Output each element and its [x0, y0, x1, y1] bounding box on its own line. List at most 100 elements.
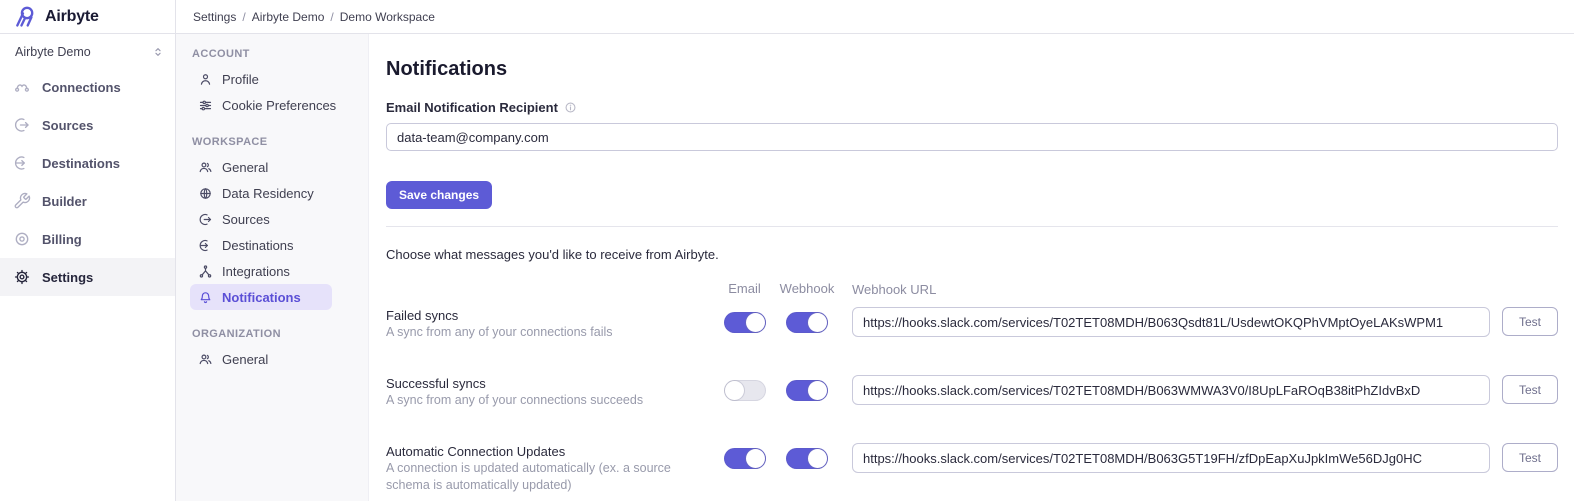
info-icon: [564, 101, 577, 114]
sidebar-item-label: Builder: [42, 194, 87, 209]
sidebar-item-label: Billing: [42, 232, 82, 247]
webhook-toggle[interactable]: [786, 448, 828, 469]
settings-nav-section-account: ACCOUNT Profile Cookie Preferences: [190, 48, 332, 118]
email-toggle[interactable]: [724, 448, 766, 469]
page-title: Notifications: [386, 58, 1558, 81]
row-subtitle: A sync from any of your connections fail…: [386, 324, 706, 341]
notifications-description: Choose what messages you'd like to recei…: [386, 247, 1558, 262]
row-title: Failed syncs: [386, 307, 706, 324]
airbyte-logo-icon: [13, 4, 38, 29]
webhook-toggle[interactable]: [786, 312, 828, 333]
notifications-table-header: Email Webhook Webhook URL: [386, 281, 1558, 299]
users-icon: [198, 352, 213, 367]
section-title: ACCOUNT: [192, 48, 332, 60]
brand-logo[interactable]: Airbyte: [0, 0, 175, 34]
integrations-icon: [198, 264, 213, 279]
email-recipient-label: Email Notification Recipient: [386, 100, 558, 115]
webhook-toggle[interactable]: [786, 380, 828, 401]
toggle-knob: [808, 313, 827, 332]
test-webhook-button[interactable]: Test: [1502, 375, 1558, 404]
header-email: Email: [728, 281, 761, 296]
settings-nav-item-data-residency[interactable]: Data Residency: [190, 180, 332, 206]
settings-nav-item-label: Destinations: [222, 238, 294, 253]
breadcrumb-separator: /: [242, 10, 245, 24]
row-subtitle: A sync from any of your connections succ…: [386, 392, 706, 409]
breadcrumb-item-organization[interactable]: Airbyte Demo: [252, 10, 325, 24]
sidebar-item-label: Sources: [42, 118, 93, 133]
settings-nav-item-notifications[interactable]: Notifications: [190, 284, 332, 310]
section-title: ORGANIZATION: [192, 328, 332, 340]
breadcrumb-item-workspace[interactable]: Demo Workspace: [340, 10, 435, 24]
chevron-up-down-icon: [151, 45, 165, 59]
settings-nav-item-label: Sources: [222, 212, 270, 227]
destinations-icon: [13, 154, 31, 172]
profile-icon: [198, 72, 213, 87]
sidebar-item-billing[interactable]: Billing: [0, 220, 175, 258]
email-toggle[interactable]: [724, 380, 766, 401]
settings-nav-item-label: General: [222, 160, 268, 175]
email-toggle[interactable]: [724, 312, 766, 333]
settings-nav-section-workspace: WORKSPACE General Data Residency: [190, 136, 332, 310]
page: Airbyte Airbyte Demo Connections Sources: [0, 0, 1574, 501]
sidebar-item-label: Connections: [42, 80, 121, 95]
test-webhook-button[interactable]: Test: [1502, 307, 1558, 336]
settings-nav-item-org-general[interactable]: General: [190, 346, 332, 372]
webhook-url-input[interactable]: [852, 375, 1490, 405]
settings-nav-item-integrations[interactable]: Integrations: [190, 258, 332, 284]
header-webhook-url: Webhook URL: [852, 282, 936, 297]
settings-nav-section-organization: ORGANIZATION General: [190, 328, 332, 372]
breadcrumb: Settings / Airbyte Demo / Demo Workspace: [176, 0, 1574, 34]
toggle-knob: [808, 381, 827, 400]
sources-icon: [13, 116, 31, 134]
settings-nav-item-destinations[interactable]: Destinations: [190, 232, 332, 258]
webhook-url-input[interactable]: [852, 443, 1490, 473]
app-sidebar: Airbyte Airbyte Demo Connections Sources: [0, 0, 176, 501]
breadcrumb-separator: /: [330, 10, 333, 24]
settings-nav-item-label: Notifications: [222, 290, 301, 305]
sidebar-item-sources[interactable]: Sources: [0, 106, 175, 144]
settings-nav-item-label: Cookie Preferences: [222, 98, 336, 113]
notification-row-automatic-connection-updates: Automatic Connection Updates A connectio…: [386, 443, 1558, 494]
webhook-url-input[interactable]: [852, 307, 1490, 337]
settings-nav: ACCOUNT Profile Cookie Preferences WORKS…: [176, 34, 369, 501]
settings-nav-item-label: Data Residency: [222, 186, 314, 201]
settings-nav-item-label: General: [222, 352, 268, 367]
settings-nav-item-profile[interactable]: Profile: [190, 66, 332, 92]
sidebar-item-builder[interactable]: Builder: [0, 182, 175, 220]
toggle-knob: [808, 449, 827, 468]
users-icon: [198, 160, 213, 175]
sliders-icon: [198, 98, 213, 113]
notification-row-failed-syncs: Failed syncs A sync from any of your con…: [386, 307, 1558, 341]
settings-nav-item-label: Integrations: [222, 264, 290, 279]
row-title: Successful syncs: [386, 375, 706, 392]
settings-nav-item-sources[interactable]: Sources: [190, 206, 332, 232]
email-recipient-input[interactable]: [386, 123, 1558, 151]
settings-nav-item-label: Profile: [222, 72, 259, 87]
billing-icon: [13, 230, 31, 248]
globe-icon: [198, 186, 213, 201]
settings-nav-item-general[interactable]: General: [190, 154, 332, 180]
workspace-selector[interactable]: Airbyte Demo: [0, 34, 175, 68]
builder-icon: [13, 192, 31, 210]
toggle-knob: [746, 449, 765, 468]
divider: [386, 226, 1558, 227]
brand-name: Airbyte: [45, 8, 99, 26]
sidebar-item-connections[interactable]: Connections: [0, 68, 175, 106]
sidebar-item-settings[interactable]: Settings: [0, 258, 175, 296]
connections-icon: [13, 78, 31, 96]
workspace-selector-label: Airbyte Demo: [15, 45, 91, 59]
toggle-knob: [746, 313, 765, 332]
settings-nav-item-cookie-preferences[interactable]: Cookie Preferences: [190, 92, 332, 118]
row-subtitle: A connection is updated automatically (e…: [386, 460, 706, 494]
toggle-knob: [725, 381, 744, 400]
save-changes-button[interactable]: Save changes: [386, 181, 492, 209]
sidebar-item-label: Settings: [42, 270, 93, 285]
notifications-panel: Notifications Email Notification Recipie…: [369, 34, 1574, 501]
notification-row-successful-syncs: Successful syncs A sync from any of your…: [386, 375, 1558, 409]
test-webhook-button[interactable]: Test: [1502, 443, 1558, 472]
destinations-icon: [198, 238, 213, 253]
sidebar-item-destinations[interactable]: Destinations: [0, 144, 175, 182]
breadcrumb-item-settings[interactable]: Settings: [193, 10, 236, 24]
gear-icon: [13, 268, 31, 286]
sources-icon: [198, 212, 213, 227]
